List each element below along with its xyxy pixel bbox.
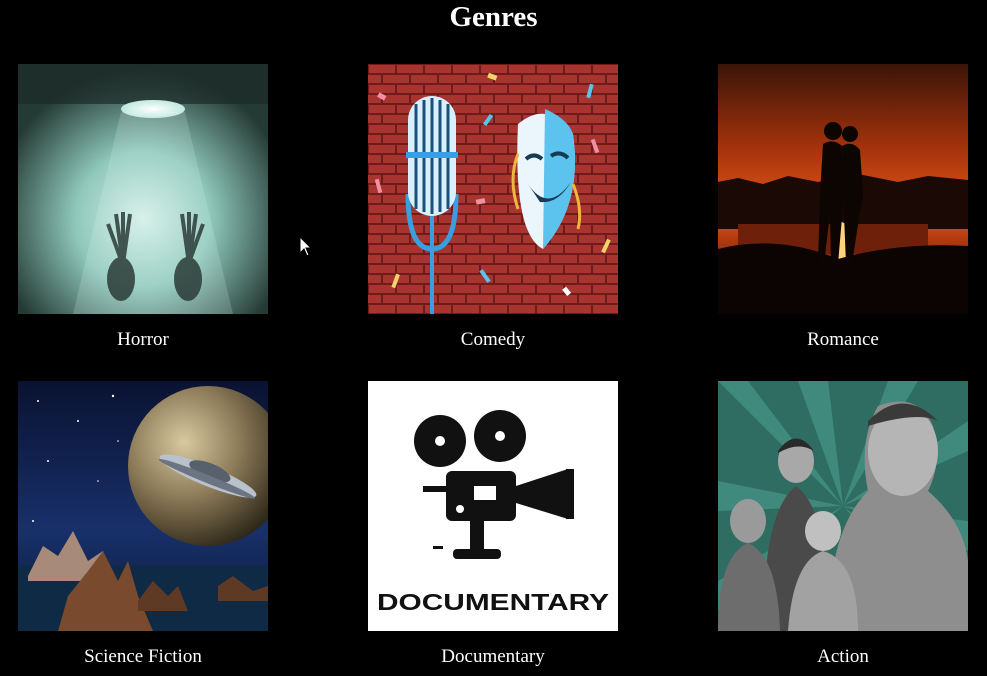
romance-caption[interactable]: Romance	[678, 329, 987, 351]
science-fiction-image[interactable]	[18, 381, 268, 631]
comedy-caption[interactable]: Comedy	[328, 329, 658, 351]
horror-image[interactable]	[18, 64, 268, 314]
mouse-cursor-icon	[299, 236, 313, 257]
documentary-caption[interactable]: Documentary	[328, 646, 658, 668]
documentary-image[interactable]: DOCUMENTARY	[368, 381, 618, 631]
action-caption[interactable]: Action	[678, 646, 987, 668]
genre-card-action[interactable]: Action	[718, 381, 968, 667]
science-fiction-caption[interactable]: Science Fiction	[0, 646, 308, 668]
action-image[interactable]	[718, 381, 968, 631]
page-title: Genres	[449, 1, 538, 33]
genre-card-romance[interactable]: Romance	[718, 64, 968, 350]
genre-card-comedy[interactable]: Comedy	[368, 64, 618, 350]
documentary-poster-text: DOCUMENTARY	[377, 589, 609, 615]
genre-card-science-fiction[interactable]: Science Fiction	[18, 381, 268, 667]
genre-card-documentary[interactable]: DOCUMENTARY Documentary	[368, 381, 618, 667]
horror-caption[interactable]: Horror	[0, 329, 308, 351]
comedy-image[interactable]	[368, 64, 618, 314]
genre-card-horror[interactable]: Horror	[18, 64, 268, 350]
romance-image[interactable]	[718, 64, 968, 314]
